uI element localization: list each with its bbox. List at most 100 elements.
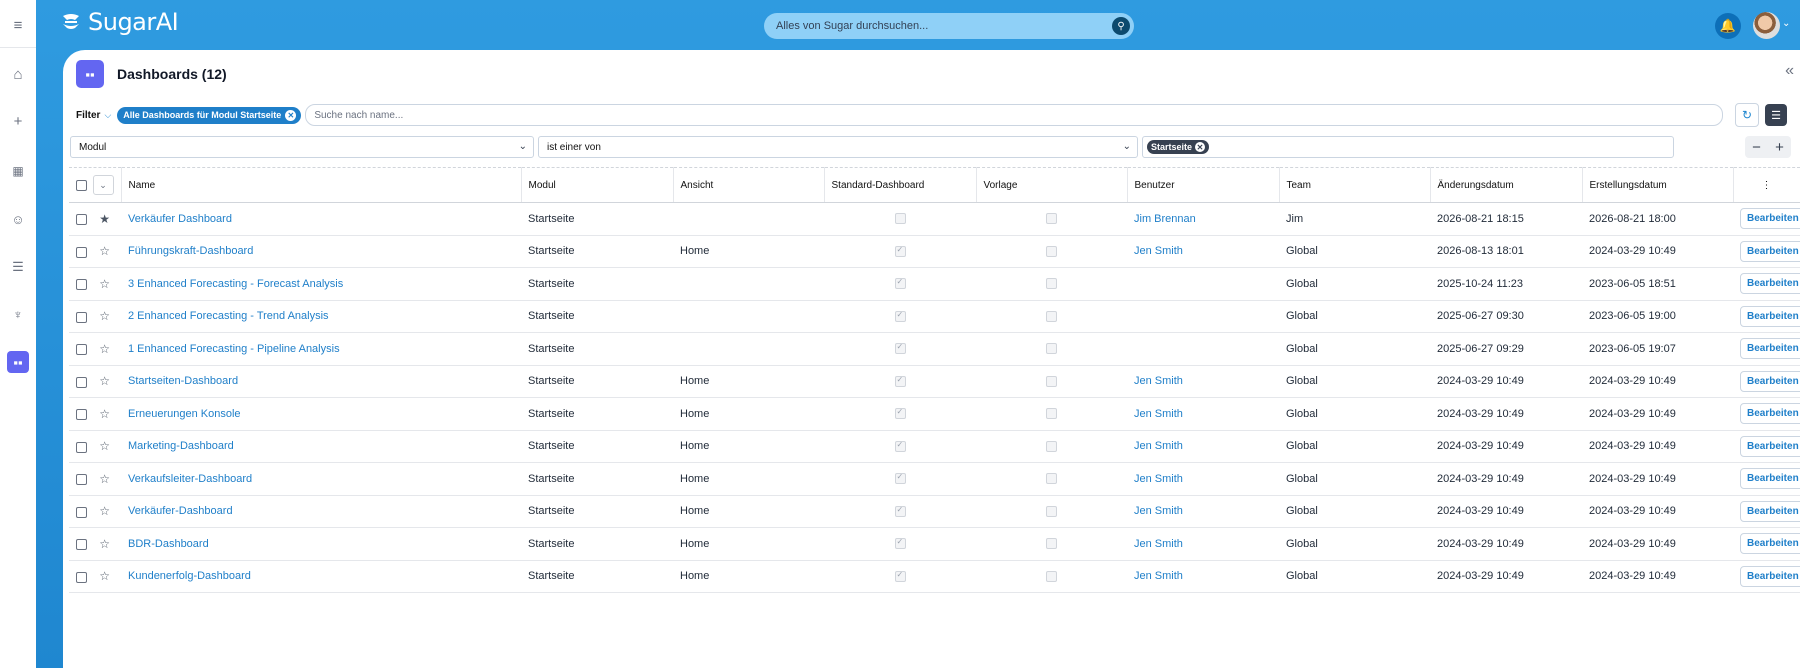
star-filled-icon[interactable]: ★ xyxy=(99,212,110,226)
edit-button[interactable]: Bearbeiten xyxy=(1740,468,1800,490)
row-checkbox[interactable] xyxy=(76,571,87,583)
row-checkbox[interactable] xyxy=(76,506,87,518)
row-checkbox[interactable] xyxy=(76,441,87,453)
filter-icon[interactable]: ☰ xyxy=(7,255,29,277)
edit-button[interactable]: Bearbeiten xyxy=(1740,370,1800,392)
column-header[interactable]: Benutzer xyxy=(1127,167,1280,203)
dashboard-name-link[interactable]: 3 Enhanced Forecasting - Forecast Analys… xyxy=(121,267,521,301)
add-condition-icon[interactable]: + xyxy=(1775,139,1784,156)
list-view-icon[interactable]: ☰ xyxy=(1765,104,1787,126)
search-input[interactable]: Alles von Sugar durchsuchen... xyxy=(776,20,1112,32)
close-icon[interactable]: ✕ xyxy=(285,109,297,121)
table-row[interactable]: ☆ Verkaufsleiter-DashboardStartseiteHome J… xyxy=(69,462,1800,496)
star-icon[interactable]: ☆ xyxy=(99,504,110,518)
edit-button[interactable]: Bearbeiten xyxy=(1740,533,1800,555)
value-tag[interactable]: Startseite ✕ xyxy=(1147,140,1210,154)
star-icon[interactable]: ☆ xyxy=(99,439,110,453)
row-checkbox[interactable] xyxy=(76,311,87,323)
star-icon[interactable]: ☆ xyxy=(99,472,110,486)
benutzer-link[interactable] xyxy=(1127,332,1279,366)
edit-button[interactable]: Bearbeiten xyxy=(1740,565,1800,587)
column-header[interactable]: Name xyxy=(121,167,522,203)
active-filter-pill[interactable]: Alle Dashboards für Modul Startseite ✕ xyxy=(117,106,302,124)
table-row[interactable]: ☆ 3 Enhanced Forecasting - Forecast Analy… xyxy=(69,267,1800,301)
benutzer-link[interactable]: Jen Smith xyxy=(1127,430,1279,463)
add-icon[interactable]: + xyxy=(7,110,29,132)
row-checkbox[interactable] xyxy=(76,409,87,421)
column-header[interactable]: Standard-Dashboard xyxy=(824,167,977,203)
benutzer-link[interactable]: Jen Smith xyxy=(1127,495,1279,528)
chevron-down-icon[interactable]: ⌄ xyxy=(1782,18,1790,29)
user-icon[interactable]: ☺ xyxy=(7,208,29,230)
dashboard-name-link[interactable]: Führungskraft-Dashboard xyxy=(121,235,521,268)
star-icon[interactable]: ☆ xyxy=(99,244,110,258)
filter-label[interactable]: Filter xyxy=(76,110,100,121)
benutzer-link[interactable]: Jen Smith xyxy=(1127,527,1279,561)
edit-button[interactable]: Bearbeiten xyxy=(1740,208,1800,230)
dashboard-name-link[interactable]: Kundenerfolg-Dashboard xyxy=(121,560,521,593)
row-checkbox[interactable] xyxy=(76,279,87,291)
row-checkbox[interactable] xyxy=(76,214,87,226)
star-icon[interactable]: ☆ xyxy=(99,309,110,323)
app-logo[interactable]: SugarAI xyxy=(60,8,179,36)
table-row[interactable]: ★ Verkäufer Dashboard Startseite Jim Brenna… xyxy=(69,202,1800,236)
benutzer-link[interactable]: Jen Smith xyxy=(1127,462,1279,496)
benutzer-link[interactable] xyxy=(1127,300,1279,333)
benutzer-link[interactable] xyxy=(1127,267,1279,301)
table-row[interactable]: ☆ Erneuerungen KonsoleStartseiteHome Jen S… xyxy=(69,397,1800,431)
table-row[interactable]: ☆ Führungskraft-DashboardStartseiteHome Je… xyxy=(69,235,1800,268)
star-icon[interactable]: ☆ xyxy=(99,374,110,388)
calendar-icon[interactable]: ▦ xyxy=(7,160,29,182)
table-row[interactable]: ☆ Kundenerfolg-DashboardStartseiteHome Jen… xyxy=(69,560,1800,593)
chevron-down-icon[interactable]: ⌄ xyxy=(92,175,114,195)
table-row[interactable]: ☆ Verkäufer-DashboardStartseiteHome Jen Sm… xyxy=(69,495,1800,528)
notification-bell-icon[interactable]: 🔔 xyxy=(1715,13,1741,39)
select-all-checkbox[interactable] xyxy=(76,179,87,191)
row-checkbox[interactable] xyxy=(76,376,87,388)
column-header[interactable]: Team xyxy=(1279,167,1431,203)
avatar[interactable] xyxy=(1753,12,1780,39)
edit-button[interactable]: Bearbeiten xyxy=(1740,403,1800,425)
benutzer-link[interactable]: Jen Smith xyxy=(1127,365,1279,398)
dashboard-name-link[interactable]: Erneuerungen Konsole xyxy=(121,397,521,431)
dashboard-name-link[interactable]: 1 Enhanced Forecasting - Pipeline Analys… xyxy=(121,332,521,366)
star-icon[interactable]: ☆ xyxy=(99,342,110,356)
dashboard-name-link[interactable]: Marketing-Dashboard xyxy=(121,430,521,463)
edit-button[interactable]: Bearbeiten xyxy=(1740,273,1800,295)
operator-select[interactable]: ist einer von ⌄ xyxy=(538,136,1138,158)
plant-icon[interactable]: ♆ xyxy=(7,303,29,325)
edit-button[interactable]: Bearbeiten xyxy=(1740,305,1800,327)
menu-icon[interactable]: ≡ xyxy=(7,14,29,36)
row-checkbox[interactable] xyxy=(76,474,87,486)
dashboard-name-link[interactable]: 2 Enhanced Forecasting - Trend Analysis xyxy=(121,300,521,333)
edit-button[interactable]: Bearbeiten xyxy=(1740,240,1800,262)
remove-condition-icon[interactable]: − xyxy=(1752,139,1761,156)
star-icon[interactable]: ☆ xyxy=(99,277,110,291)
row-checkbox[interactable] xyxy=(76,344,87,356)
table-row[interactable]: ☆ 1 Enhanced Forecasting - Pipeline Analy… xyxy=(69,332,1800,366)
more-options-icon[interactable]: ⋮ xyxy=(1733,167,1800,203)
refresh-icon[interactable]: ↻ xyxy=(1735,103,1759,127)
dashboard-name-link[interactable]: Verkäufer-Dashboard xyxy=(121,495,521,528)
row-checkbox[interactable] xyxy=(76,246,87,258)
table-row[interactable]: ☆ Startseiten-DashboardStartseiteHome Jen … xyxy=(69,365,1800,398)
benutzer-link[interactable]: Jen Smith xyxy=(1127,560,1279,593)
table-row[interactable]: ☆ 2 Enhanced Forecasting - Trend Analysis… xyxy=(69,300,1800,333)
dashboard-name-link[interactable]: Verkaufsleiter-Dashboard xyxy=(121,462,521,496)
column-header[interactable]: Änderungsdatum xyxy=(1430,167,1583,203)
edit-button[interactable]: Bearbeiten xyxy=(1740,338,1800,360)
value-input[interactable]: Startseite ✕ xyxy=(1142,136,1674,158)
dashboard-name-link[interactable]: Startseiten-Dashboard xyxy=(121,365,521,398)
star-icon[interactable]: ☆ xyxy=(99,537,110,551)
field-select[interactable]: Modul ⌄ xyxy=(70,136,534,158)
benutzer-link[interactable]: Jen Smith xyxy=(1127,235,1279,268)
global-search[interactable]: Alles von Sugar durchsuchen... ⚲ xyxy=(764,13,1134,39)
close-icon[interactable]: ✕ xyxy=(1195,142,1206,152)
dashboard-icon[interactable]: ▪▪ xyxy=(7,351,29,373)
home-icon[interactable]: ⌂ xyxy=(7,63,29,85)
column-header[interactable]: Erstellungsdatum xyxy=(1582,167,1734,203)
chevron-down-icon[interactable]: ⌵ xyxy=(104,110,111,121)
table-row[interactable]: ☆ BDR-DashboardStartseiteHome Jen SmithGlo… xyxy=(69,527,1800,561)
edit-button[interactable]: Bearbeiten xyxy=(1740,435,1800,457)
benutzer-link[interactable]: Jim Brennan xyxy=(1127,202,1279,236)
